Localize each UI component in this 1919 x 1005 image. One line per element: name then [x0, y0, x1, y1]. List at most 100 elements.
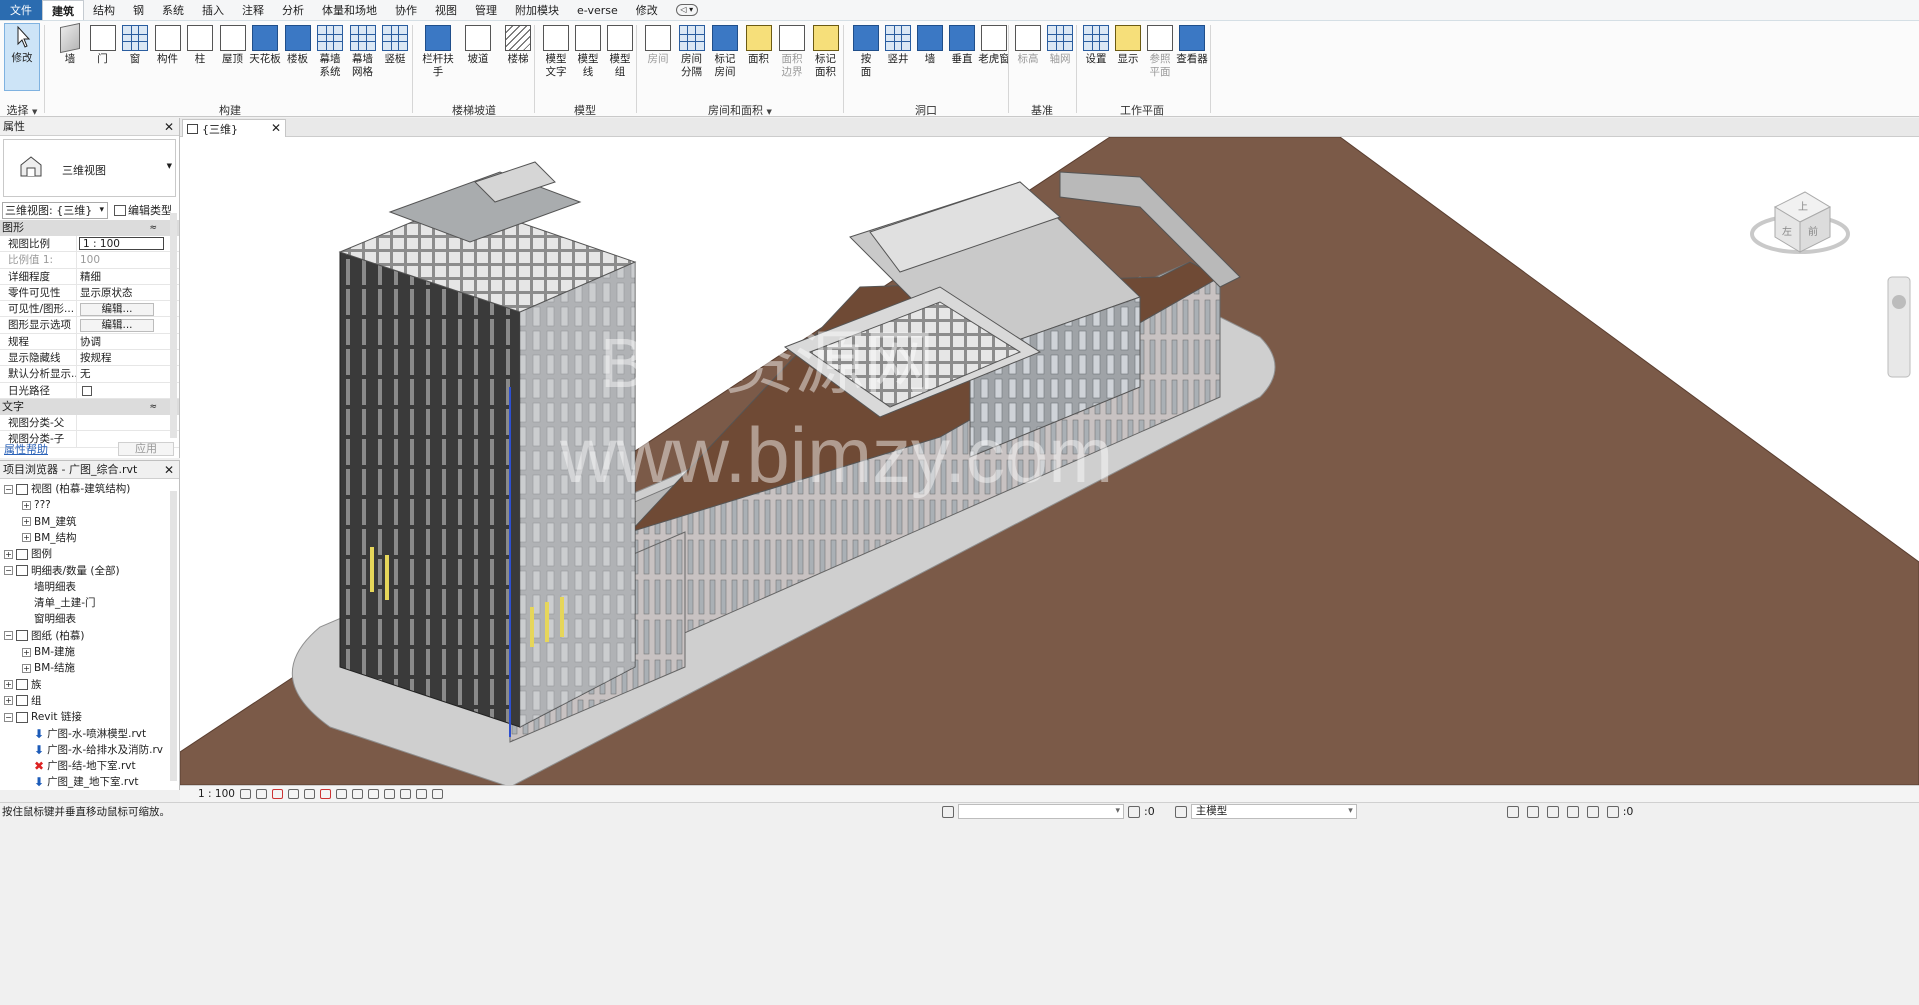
- tab-12[interactable]: 附加模块: [506, 0, 568, 20]
- property-row[interactable]: 零件可见性 显示原状态: [0, 284, 179, 302]
- properties-help-link[interactable]: 属性帮助: [4, 441, 48, 457]
- build-button-2[interactable]: 窗: [117, 25, 153, 91]
- view-tab-3d[interactable]: {三维} ✕: [182, 119, 286, 137]
- temp-hide-icon[interactable]: [368, 789, 379, 799]
- workplane-button-2[interactable]: 参照 平面: [1142, 25, 1178, 91]
- build-button-3[interactable]: 构件: [150, 25, 186, 91]
- property-value[interactable]: 显示原状态: [77, 285, 162, 300]
- tree-item[interactable]: + BM_建筑: [22, 514, 77, 530]
- property-value[interactable]: [77, 415, 162, 430]
- collapse-icon[interactable]: −: [4, 566, 13, 575]
- crop-view-icon[interactable]: [320, 789, 331, 799]
- tab-10[interactable]: 视图: [426, 0, 466, 20]
- property-value[interactable]: 精细: [77, 269, 162, 284]
- property-row[interactable]: 视图分类-父: [0, 414, 179, 432]
- opening-button-0[interactable]: 按 面: [848, 25, 884, 91]
- tab-5[interactable]: 插入: [193, 0, 233, 20]
- sun-path-checkbox[interactable]: [82, 385, 92, 396]
- model-button-0[interactable]: 模型 文字: [538, 25, 574, 91]
- build-button-0[interactable]: 墙: [52, 22, 88, 91]
- tree-item[interactable]: + 图例: [4, 546, 52, 562]
- property-row[interactable]: 比例值 1: 100: [0, 252, 179, 269]
- workset-combo[interactable]: [958, 804, 1124, 819]
- tree-item[interactable]: ✖ 广图-结-地下室.rvt: [34, 758, 136, 774]
- build-button-9[interactable]: 幕墙 网格: [345, 25, 381, 91]
- room-button-0[interactable]: 房间: [640, 25, 676, 91]
- circulation-button-1[interactable]: 坡道: [460, 25, 496, 91]
- filter-icon[interactable]: [1606, 805, 1619, 818]
- tree-item[interactable]: +???: [22, 497, 51, 513]
- drag-elements-icon[interactable]: [1586, 805, 1599, 818]
- expand-icon[interactable]: +: [22, 500, 31, 510]
- room-group-title[interactable]: 房间和面积 ▼: [640, 102, 840, 118]
- opening-button-4[interactable]: 老虎窗: [976, 25, 1012, 91]
- workplane-button-1[interactable]: 显示: [1110, 25, 1146, 91]
- room-button-2[interactable]: 标记 房间: [707, 25, 743, 91]
- expand-icon[interactable]: +: [4, 549, 13, 559]
- select-underlay-icon[interactable]: [1526, 805, 1539, 818]
- section-text[interactable]: 文字 ≈: [0, 398, 179, 415]
- property-value[interactable]: 无: [77, 366, 162, 381]
- opening-button-1[interactable]: 竖井: [880, 25, 916, 91]
- property-row[interactable]: 显示隐藏线 按规程: [0, 350, 179, 367]
- design-option-icon[interactable]: [1174, 805, 1187, 818]
- build-button-8[interactable]: 幕墙 系统: [312, 25, 348, 91]
- datum-button-0[interactable]: 标高: [1010, 25, 1046, 91]
- tree-item[interactable]: 清单_土建-门: [34, 595, 96, 611]
- detail-level-icon[interactable]: [240, 789, 251, 799]
- tab-3[interactable]: 钢: [124, 0, 153, 20]
- datum-button-1[interactable]: 轴网: [1042, 25, 1078, 91]
- 3d-viewport[interactable]: 上 左 前 BIM资源网 www.bimzy.com: [180, 137, 1919, 785]
- property-row[interactable]: 图形显示选项 编辑...: [0, 317, 179, 334]
- tree-item[interactable]: + 族: [4, 677, 42, 693]
- build-button-10[interactable]: 竖梃: [377, 25, 413, 91]
- room-button-3[interactable]: 面积: [741, 25, 777, 91]
- room-button-1[interactable]: 房间 分隔: [674, 25, 710, 91]
- expand-icon[interactable]: +: [22, 663, 31, 673]
- tab-7[interactable]: 分析: [273, 0, 313, 20]
- collapse-icon[interactable]: −: [4, 712, 13, 722]
- expand-icon[interactable]: +: [22, 647, 31, 657]
- build-button-4[interactable]: 柱: [182, 25, 218, 91]
- tab-1[interactable]: 建筑: [42, 0, 84, 20]
- tree-item[interactable]: 墙明细表: [34, 579, 76, 595]
- tree-item[interactable]: ⬇ 广图-水-喷淋模型.rvt: [34, 726, 146, 742]
- tab-13[interactable]: e-verse: [568, 0, 627, 20]
- tree-item[interactable]: + BM_结构: [22, 530, 77, 546]
- property-value[interactable]: 编辑...: [77, 301, 162, 317]
- view-scale[interactable]: 1 : 100: [180, 788, 240, 800]
- select-pinned-icon[interactable]: [1546, 805, 1559, 818]
- shadows-icon[interactable]: [288, 789, 299, 799]
- property-value[interactable]: 100: [77, 252, 162, 267]
- tab-11[interactable]: 管理: [466, 0, 506, 20]
- tree-item[interactable]: − Revit 链接: [4, 709, 82, 725]
- tab-14[interactable]: 修改: [627, 0, 667, 20]
- visual-style-icon[interactable]: [256, 789, 267, 799]
- sun-path-icon[interactable]: [272, 789, 283, 799]
- tree-item[interactable]: + BM-建施: [22, 644, 75, 660]
- show-crop-icon[interactable]: [336, 789, 347, 799]
- property-value[interactable]: 按规程: [77, 350, 162, 365]
- tab-9[interactable]: 协作: [386, 0, 426, 20]
- constraints-icon[interactable]: [432, 789, 443, 799]
- collapse-icon[interactable]: −: [4, 484, 13, 494]
- collapse-icon[interactable]: −: [4, 631, 13, 641]
- select-by-face-icon[interactable]: [1566, 805, 1579, 818]
- close-icon[interactable]: ✕: [271, 121, 281, 135]
- reveal-hidden-icon[interactable]: [384, 789, 395, 799]
- worksharing-icon[interactable]: [400, 789, 411, 799]
- property-value[interactable]: 协调: [77, 334, 162, 349]
- opening-button-3[interactable]: 垂直: [944, 25, 980, 91]
- tree-item[interactable]: ⬇ 广图-水-给排水及消防.rv: [34, 742, 163, 758]
- circulation-button-0[interactable]: 栏杆扶手: [420, 25, 456, 91]
- property-row[interactable]: 视图比例 1 : 100: [0, 236, 179, 253]
- tree-item[interactable]: − 视图 (柏慕-建筑结构): [4, 481, 130, 497]
- ribbon-toggle-icon[interactable]: ◁ ▾: [667, 0, 707, 20]
- property-row[interactable]: 可见性/图形... 编辑...: [0, 301, 179, 318]
- property-row[interactable]: 日光路径: [0, 382, 179, 399]
- tab-4[interactable]: 系统: [153, 0, 193, 20]
- expand-icon[interactable]: +: [22, 517, 31, 527]
- tree-item[interactable]: + 组: [4, 693, 42, 709]
- design-option-combo[interactable]: 主模型: [1190, 804, 1357, 819]
- build-button-7[interactable]: 楼板: [280, 25, 316, 91]
